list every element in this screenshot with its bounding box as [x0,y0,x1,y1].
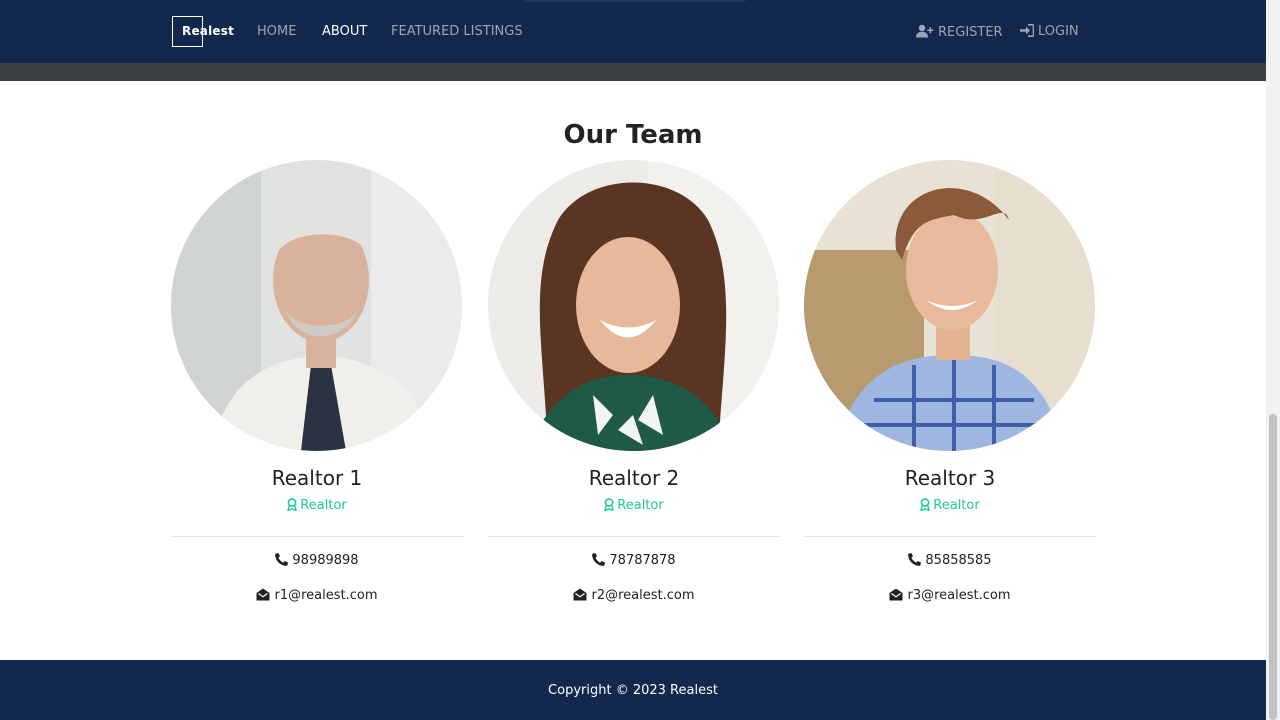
nav-accent-line [525,0,745,2]
phone-number: 85858585 [925,553,992,568]
navbar: Realest HOME ABOUT FEATURED LISTINGS REG… [0,0,1266,63]
email-address[interactable]: r2@realest.com [591,588,694,603]
realtor-phone: 78787878 [488,553,780,570]
award-icon [287,498,298,515]
realtor-email: r2@realest.com [488,588,780,605]
page-scrollbar[interactable] [1266,0,1280,720]
phone-icon [592,553,606,570]
realtor-role: Realtor [171,498,463,515]
brand-name[interactable]: Realest [182,24,234,38]
login-link[interactable]: LOGIN [1020,24,1079,41]
card-divider [488,536,780,537]
realtor-email: r1@realest.com [171,588,463,605]
award-icon [920,498,931,515]
envelope-open-icon [573,588,587,605]
envelope-open-icon [256,588,270,605]
realtor-role-label: Realtor [300,498,347,513]
realtor-name: Realtor 3 [904,466,996,490]
phone-number: 78787878 [609,553,676,568]
realtor-email: r3@realest.com [804,588,1096,605]
nav-link-home[interactable]: HOME [257,24,296,39]
realtor-photo [171,160,462,451]
realtor-phone: 85858585 [804,553,1096,570]
award-icon [604,498,615,515]
phone-number: 98989898 [292,553,359,568]
phone-icon [275,553,289,570]
realtor-phone: 98989898 [171,553,463,570]
user-plus-icon [916,24,934,42]
team-card: Realtor 1 Realtor 98989898 r1@realest.co… [171,160,463,605]
email-address[interactable]: r1@realest.com [274,588,377,603]
register-link[interactable]: REGISTER [916,24,1003,42]
realtor-role-label: Realtor [933,498,980,513]
login-label: LOGIN [1038,24,1079,39]
team-card: Realtor 2 Realtor 78787878 r2@realest.co… [488,160,780,605]
copyright-text: Copyright © 2023 Realest [548,683,718,698]
card-divider [804,536,1096,537]
realtor-role: Realtor [488,498,780,515]
realtor-photo [804,160,1095,451]
footer: Copyright © 2023 Realest [0,660,1266,720]
realtor-role: Realtor [804,498,1096,515]
realtor-name: Realtor 1 [271,466,363,490]
nav-link-about[interactable]: ABOUT [322,24,367,39]
realtor-role-label: Realtor [617,498,664,513]
phone-icon [908,553,922,570]
card-divider [171,536,463,537]
nav-link-featured-listings[interactable]: FEATURED LISTINGS [391,24,523,39]
realtor-photo [488,160,779,451]
envelope-open-icon [889,588,903,605]
section-title: Our Team [563,120,703,150]
email-address[interactable]: r3@realest.com [907,588,1010,603]
sign-in-icon [1020,24,1035,41]
realtor-name: Realtor 2 [588,466,680,490]
register-label: REGISTER [938,25,1003,40]
header-shadow-strip [0,63,1266,81]
team-card: Realtor 3 Realtor 85858585 r3@realest.co… [804,160,1096,605]
scrollbar-thumb[interactable] [1269,414,1277,720]
